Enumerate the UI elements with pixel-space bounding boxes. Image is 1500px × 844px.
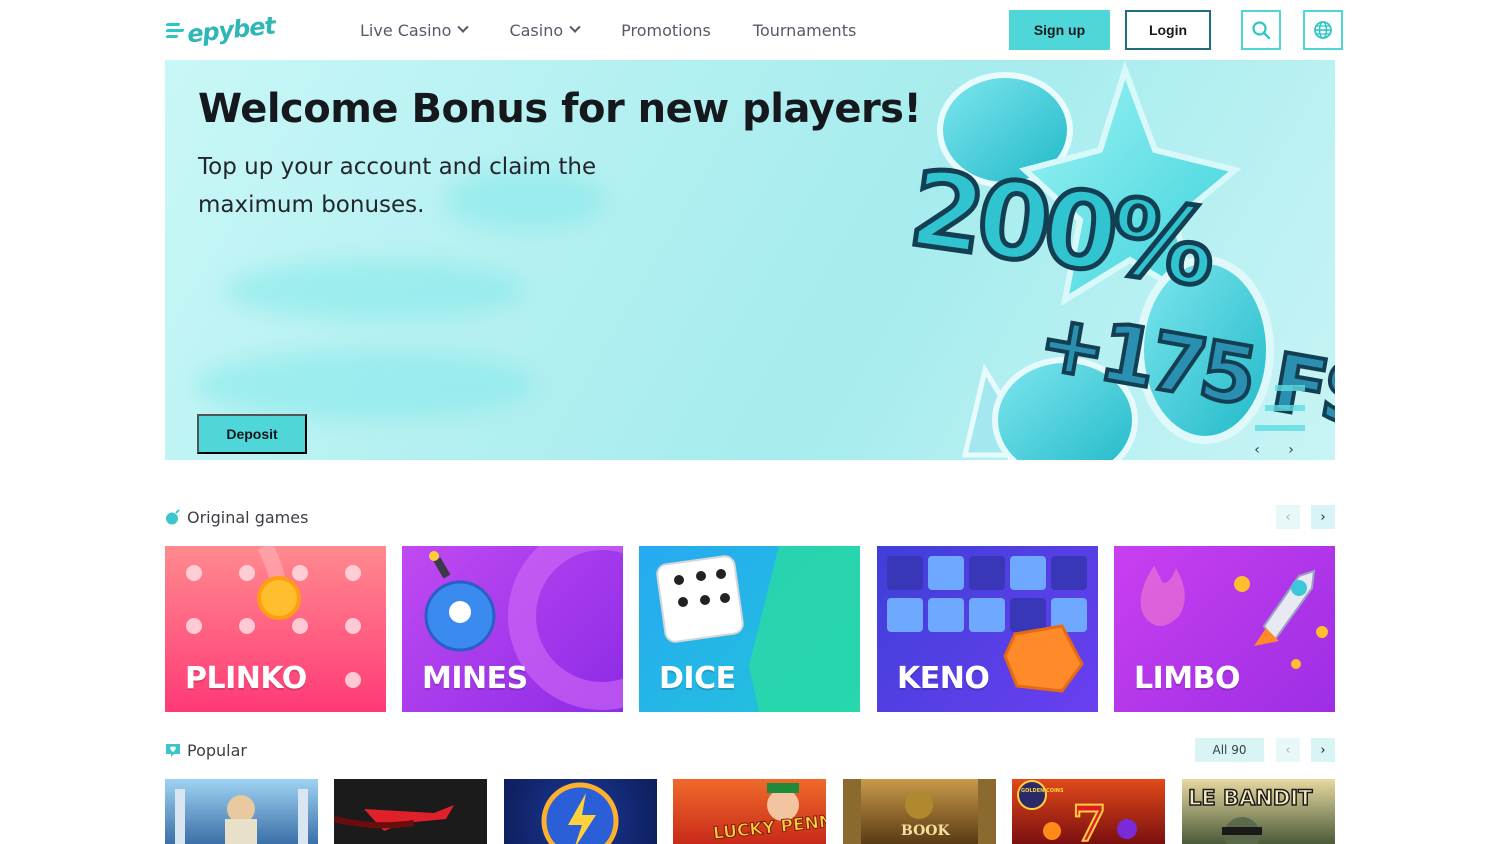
main-nav: Live Casino Casino Promotions Tournament… [360,18,856,42]
chevron-left-icon: ‹ [1254,442,1260,458]
book-art: BOOK [843,779,996,844]
section-title-original: Original games [187,507,309,527]
game-card-dice[interactable]: DICE [639,546,860,712]
chevron-down-icon [569,21,581,33]
game-card-golden-coins[interactable]: GOLDEN COINS 7 [1012,779,1165,844]
game-card-title: LUCKY PENNY [712,810,826,844]
le-bandit-art: LE BANDIT [1187,785,1314,844]
nav-live-casino-label: Live Casino [360,20,452,40]
game-card-keno[interactable]: KENO [877,546,1098,712]
heart-chat-icon [166,744,180,757]
nav-tournaments[interactable]: Tournaments [753,18,856,42]
nav-casino-label: Casino [509,20,564,40]
original-prev-button[interactable]: ‹ [1276,505,1300,529]
game-card-title: GOLDEN COINS [1021,788,1064,794]
zeus-art [175,789,308,844]
globe-icon [1314,21,1332,39]
hero-title: Welcome Bonus for new players! [198,86,922,132]
lucky-penny-art: LUCKY PENNY [712,783,826,844]
hero-banner[interactable]: 200% +175 FS Welcome Bonus for new playe… [165,60,1335,460]
popular-next-button[interactable]: › [1311,738,1335,762]
site-header: epybet Live Casino Casino Promotions Tou… [0,0,1500,60]
decor-blob [225,260,525,320]
hero-slider-controls: ‹ › [1245,440,1303,460]
search-icon [1252,21,1271,40]
original-next-button[interactable]: › [1311,505,1335,529]
game-label: MINES [422,661,528,696]
popular-prev-button[interactable]: ‹ [1276,738,1300,762]
game-card-aviator[interactable] [334,779,487,844]
signup-button[interactable]: Sign up [1009,10,1110,50]
original-games-list: PLINKO MINES DICE KENO LIMBO [165,546,1335,712]
game-card-le-bandit[interactable]: LE BANDIT [1182,779,1335,844]
game-card-plinko[interactable]: PLINKO [165,546,386,712]
lightning-art [541,782,619,844]
hero-next-button[interactable]: › [1279,440,1303,460]
logo[interactable]: epybet [165,10,276,50]
logo-text: epybet [185,11,277,49]
deposit-button[interactable]: Deposit [197,414,307,454]
game-card-title: BOOK [901,823,950,839]
game-card-lightning[interactable] [504,779,657,844]
seven-glyph: 7 [1072,794,1107,844]
game-label: PLINKO [185,661,307,696]
game-label: KENO [897,661,990,696]
game-label: DICE [659,661,736,696]
hero-subtitle: Top up your account and claim the maximu… [198,154,597,218]
nav-casino[interactable]: Casino [509,18,581,42]
chevron-right-icon: › [1288,442,1294,458]
game-card-zeus[interactable] [165,779,318,844]
golden-coins-art: GOLDEN COINS 7 [1017,780,1137,844]
hero-prev-button[interactable]: ‹ [1245,440,1269,460]
game-label: LIMBO [1134,661,1241,696]
nav-promotions-label: Promotions [621,20,711,40]
nav-live-casino[interactable]: Live Casino [360,18,470,42]
popular-header: Popular All 90 ‹ › [165,738,1335,762]
original-games-header: Original games ‹ › [165,505,1335,529]
nav-promotions[interactable]: Promotions [621,18,711,42]
section-title-popular: Popular [187,740,247,760]
game-card-book[interactable]: BOOK [843,779,996,844]
popular-games-list: LUCKY PENNY BOOK GOLDEN COINS 7 LE BANDI… [165,779,1335,844]
bomb-icon [166,509,180,525]
game-card-limbo[interactable]: LIMBO [1114,546,1335,712]
game-card-mines[interactable]: MINES [402,546,623,712]
popular-all-button[interactable]: All 90 [1195,738,1264,762]
login-button[interactable]: Login [1125,10,1211,50]
decor-blob [195,350,535,420]
search-button[interactable] [1241,10,1281,50]
nav-tournaments-label: Tournaments [752,20,857,40]
language-button[interactable] [1303,10,1343,50]
game-card-lucky-penny[interactable]: LUCKY PENNY [673,779,826,844]
aviator-art [334,805,454,831]
chevron-down-icon [457,21,470,33]
game-card-title: LE BANDIT [1188,786,1313,810]
logo-mark [165,22,185,38]
